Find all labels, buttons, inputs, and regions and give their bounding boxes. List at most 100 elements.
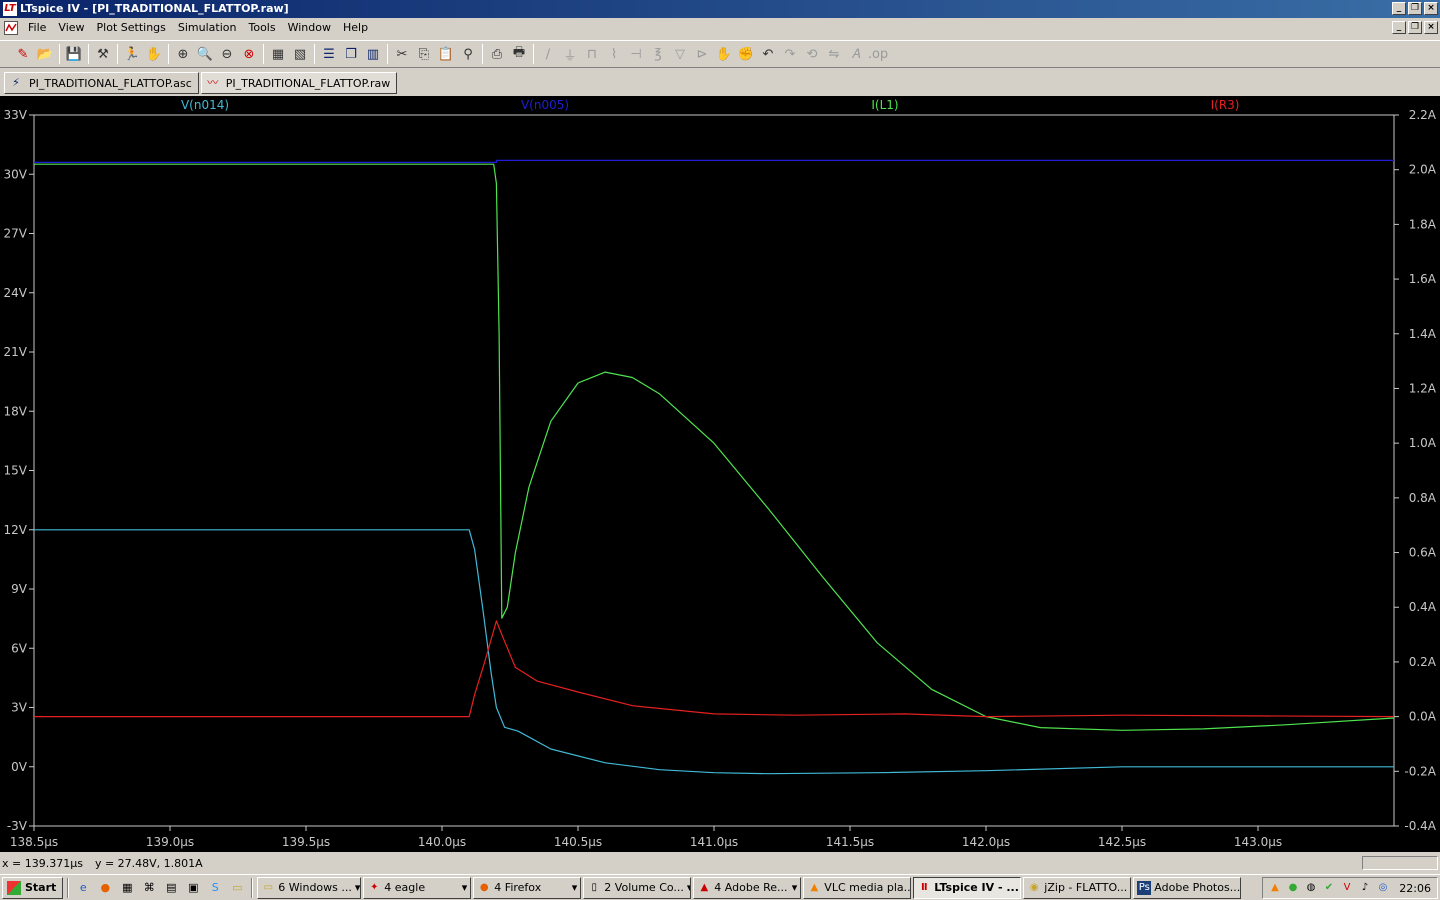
minimize-button[interactable]: _ [1392,2,1406,15]
system-tray: ▲ ● ◍ ✔ V ♪ ◎ 22:06 [1262,877,1438,899]
restore-button[interactable]: ❐ [1408,2,1422,15]
security-tray-icon[interactable]: ● [1285,880,1301,896]
label-net-icon[interactable]: ⊓ [581,43,603,65]
status-bar: x = 139.371µs y = 27.48V, 1.801A [0,854,1440,872]
print-setup-icon[interactable]: ⎙ [486,43,508,65]
firefox-icon[interactable]: ● [95,878,115,898]
left-tick-label: 12V [4,523,28,537]
task-eagle[interactable]: ✦ 4 eagle ▾ [363,876,472,899]
rotate-icon[interactable]: ⟲ [801,43,823,65]
media-icon[interactable]: ▤ [161,878,181,898]
adobe-reader-icon: ▲ [700,881,709,893]
cut-icon[interactable]: ✂ [391,43,413,65]
menu-view[interactable]: View [52,18,90,38]
paste-icon[interactable]: 📋 [435,43,457,65]
menu-file[interactable]: File [22,18,52,38]
new-schematic-icon[interactable]: ✎ [12,43,34,65]
resistor-icon[interactable]: ⌇ [603,43,625,65]
calculator-icon[interactable]: ▦ [117,878,137,898]
x-tick-label: 143.0µs [1234,835,1282,849]
speaker-tray-icon[interactable]: ♪ [1357,880,1373,896]
menu-tools[interactable]: Tools [242,18,281,38]
ltspice-app-icon: LT [3,2,17,16]
autorange-icon[interactable]: ▦ [267,43,289,65]
task-windows[interactable]: ▭ 6 Windows ... ▾ [257,876,362,899]
mirror-icon[interactable]: ⇋ [823,43,845,65]
mdi-restore-button[interactable]: ❐ [1408,21,1422,34]
ie-icon[interactable]: e [73,878,93,898]
toolbar: ✎ 📂 💾 ⚒ 🏃 ✋ ⊕ 🔍 ⊖ ⊗ ▦ ▧ ☰ ❐ ▥ ✂ ⎘ 📋 ⚲ ⎙ … [0,40,1440,68]
start-button[interactable]: Start [2,876,64,899]
capacitor-icon[interactable]: ⊣ [625,43,647,65]
tile-horizontal-icon[interactable]: ☰ [318,43,340,65]
inductor-icon[interactable]: ℥ [647,43,669,65]
series-line-V(n005) [34,159,1394,164]
display-tray-icon[interactable]: ◎ [1375,880,1391,896]
left-tick-label: 6V [11,641,28,655]
move-icon[interactable]: ✋ [713,43,735,65]
network-icon[interactable]: ⌘ [139,878,159,898]
task-ltspice[interactable]: Ⅱ LTspice IV - ... [913,876,1022,899]
menu-plot-settings[interactable]: Plot Settings [91,18,172,38]
wm-icon[interactable]: ▣ [183,878,203,898]
open-folder-icon[interactable]: 📂 [34,43,56,65]
component-icon[interactable]: ⊳ [691,43,713,65]
left-tick-label: 30V [4,167,28,181]
folder-icon[interactable]: ▭ [227,878,247,898]
diode-icon[interactable]: ▽ [669,43,691,65]
autorange-y-icon[interactable]: ▧ [289,43,311,65]
cascade-icon[interactable]: ❐ [340,43,362,65]
cursor-x-readout: x = 139.371µs [2,856,83,870]
start-label: Start [25,881,57,894]
print-icon[interactable]: 🖶 [508,43,530,65]
waveform-icon: 〰 [207,76,219,89]
right-tick-label: 0.8A [1409,491,1437,505]
undo-icon[interactable]: ↶ [757,43,779,65]
menu-help[interactable]: Help [337,18,374,38]
menu-simulation[interactable]: Simulation [172,18,243,38]
antivirus-tray-icon[interactable]: V [1339,880,1355,896]
text-icon[interactable]: 𝐴 [845,43,867,65]
ground-icon[interactable]: ⏚ [559,43,581,65]
left-tick-label: 24V [4,286,28,300]
close-button[interactable]: × [1424,2,1438,15]
copy-icon[interactable]: ⎘ [413,43,435,65]
spice-directive-icon[interactable]: .op [867,43,889,65]
find-icon[interactable]: ⚲ [457,43,479,65]
tile-vertical-icon[interactable]: ▥ [362,43,384,65]
control-panel-icon[interactable]: ⚒ [92,43,114,65]
zoom-fit-icon[interactable]: ⊗ [238,43,260,65]
vlc-icon: ▲ [810,881,819,893]
task-vlc[interactable]: ▲ VLC media pla... [803,876,912,899]
drag-icon[interactable]: ✊ [735,43,757,65]
update-tray-icon[interactable]: ✔ [1321,880,1337,896]
mdi-minimize-button[interactable]: _ [1392,21,1406,34]
task-photoshop[interactable]: Ps Adobe Photos... [1133,876,1242,899]
task-jzip[interactable]: ◉ jZip - FLATTO... [1023,876,1132,899]
menu-window[interactable]: Window [282,18,337,38]
mdi-close-button[interactable]: × [1424,21,1438,34]
save-icon[interactable]: 💾 [63,43,85,65]
task-firefox[interactable]: ● 4 Firefox ▾ [473,876,582,899]
right-tick-label: -0.4A [1404,819,1436,833]
waveform-doc-icon[interactable] [4,21,18,35]
wire-icon[interactable]: ∕ [537,43,559,65]
zoom-area-icon[interactable]: 🔍 [194,43,216,65]
vlc-tray-icon[interactable]: ▲ [1267,880,1283,896]
task-volume-control[interactable]: ▯2 Volume Co...▾ [583,876,692,899]
zoom-in-icon[interactable]: ⊕ [172,43,194,65]
left-tick-label: 9V [11,582,28,596]
run-icon[interactable]: 🏃 [121,43,143,65]
skype-icon[interactable]: S [205,878,225,898]
x-tick-label: 141.0µs [690,835,738,849]
network-tray-icon[interactable]: ◍ [1303,880,1319,896]
task-adobe-reader[interactable]: ▲ 4 Adobe Re... ▾ [693,876,802,899]
right-tick-label: 1.2A [1409,381,1437,395]
redo-icon[interactable]: ↷ [779,43,801,65]
tab-schematic[interactable]: ⚡ PI_TRADITIONAL_FLATTOP.asc [4,72,199,94]
halt-icon[interactable]: ✋ [143,43,165,65]
zoom-out-icon[interactable]: ⊖ [216,43,238,65]
tab-waveform[interactable]: 〰 PI_TRADITIONAL_FLATTOP.raw [200,72,398,94]
waveform-chart[interactable]: 138.5µs 139.0µs 139.5µs 140.0µs 140.5µs 141.0… [0,96,1440,852]
waveform-plot-pane[interactable]: 138.5µs 139.0µs 139.5µs 140.0µs 140.5µs 141.0… [0,96,1440,852]
